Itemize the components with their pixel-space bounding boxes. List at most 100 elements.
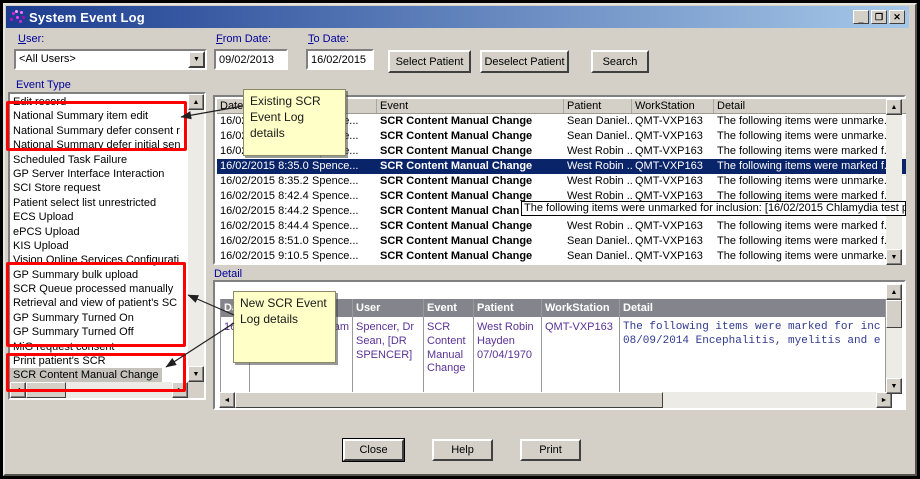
cell-patient: West Robin ... (564, 159, 632, 174)
close-icon: ✕ (893, 13, 901, 22)
cell-workstation: QMT-VXP163 (632, 144, 714, 159)
cell-patient: West Robin ... (564, 174, 632, 189)
cell-date: 16/02/2015 8:51.00am (217, 234, 309, 249)
cell-workstation: QMT-VXP163 (632, 159, 714, 174)
scrollbar-track[interactable] (188, 110, 204, 366)
scroll-left-icon[interactable]: ◄ (219, 392, 235, 408)
search-button[interactable]: Search (591, 50, 649, 73)
cell-detail: The following items were marked f... (714, 219, 906, 234)
annotation-box-national-summary (6, 101, 187, 151)
cell-detail: The following items were unmarke... (714, 249, 906, 264)
event-type-label: Event Type (16, 79, 71, 91)
table-row[interactable]: 16/02/2015 8:35.07am Spence... SCR Conte… (217, 159, 906, 174)
app-icon (10, 10, 24, 24)
detail-cell-patient: West Robin Hayden 07/04/1970 (474, 319, 541, 394)
event-type-item[interactable]: GP Server Interface Interaction (10, 167, 188, 181)
to-date-field[interactable] (306, 49, 374, 70)
cell-user: Spence... (309, 204, 377, 219)
cell-event: SCR Content Manual Change (377, 249, 564, 264)
scrollbar-thumb[interactable] (235, 392, 663, 408)
cell-patient: Sean Daniel... (564, 234, 632, 249)
cell-detail: The following items were unmarke... (714, 174, 906, 189)
cell-detail: The following items were marked f... (714, 234, 906, 249)
cell-patient: Sean Daniel... (564, 129, 632, 144)
cell-user: Spence... (309, 249, 377, 264)
cell-workstation: QMT-VXP163 (632, 174, 714, 189)
close-button[interactable]: ✕ (889, 10, 905, 24)
event-type-item[interactable]: SCI Store request (10, 181, 188, 195)
cell-event: SCR Content Manual Change (377, 144, 564, 159)
column-header-detail[interactable]: Detail (714, 99, 906, 113)
scroll-up-icon[interactable]: ▲ (188, 94, 204, 110)
detail-cell-detail-line2: 08/09/2014 Encephalitis, myelitis and e (623, 335, 882, 349)
deselect-patient-button[interactable]: Deselect Patient (480, 50, 569, 73)
maximize-button[interactable]: ❐ (871, 10, 887, 24)
scroll-down-icon[interactable]: ▼ (886, 249, 902, 265)
detail-vertical-scrollbar[interactable]: ▲ ▼ (886, 284, 902, 394)
cell-date: 16/02/2015 8:35.22am (217, 174, 309, 189)
table-row[interactable]: 16/02/2015 8:44.44am Spence... SCR Conte… (217, 219, 906, 234)
cell-user: Spence... (309, 219, 377, 234)
cell-user: Spence... (309, 174, 377, 189)
from-date-field[interactable] (214, 49, 288, 70)
detail-header-workstation: WorkStation (542, 299, 619, 319)
event-type-item[interactable]: Patient select list unrestricted (10, 196, 188, 210)
scroll-up-icon[interactable]: ▲ (886, 284, 902, 300)
cell-workstation: QMT-VXP163 (632, 249, 714, 264)
table-row[interactable]: 16/02/2015 8:51.00am Spence... SCR Conte… (217, 234, 906, 249)
cell-workstation: QMT-VXP163 (632, 234, 714, 249)
column-header-patient[interactable]: Patient (564, 99, 632, 113)
cell-date: 16/02/2015 9:10.50am (217, 249, 309, 264)
minimize-button[interactable]: _ (853, 10, 869, 24)
annotation-box-gp-summary (6, 262, 186, 347)
detail-header-event: Event (424, 299, 473, 319)
select-patient-button[interactable]: Select Patient (388, 50, 471, 73)
cell-detail: The following items were marked f... (714, 159, 906, 174)
event-log-vertical-scrollbar[interactable]: ▲ ▼ (886, 99, 902, 265)
from-date-label: From Date: (216, 33, 271, 45)
event-type-item[interactable]: ECS Upload (10, 210, 188, 224)
cell-date: 16/02/2015 8:35.07am (217, 159, 309, 174)
cell-user: Spence... (309, 159, 377, 174)
scroll-right-icon[interactable]: ► (876, 392, 892, 408)
maximize-icon: ❐ (875, 13, 883, 22)
user-dropdown-button[interactable]: ▼ (188, 51, 205, 68)
close-dialog-button[interactable]: Close (343, 439, 404, 461)
scroll-up-icon[interactable]: ▲ (886, 99, 902, 115)
event-type-vertical-scrollbar[interactable]: ▲ ▼ (188, 94, 204, 382)
detail-horizontal-scrollbar[interactable]: ◄ ► (219, 392, 892, 408)
cell-detail: The following items were unmarke... (714, 114, 906, 129)
cell-event: SCR Content Manual Change (377, 219, 564, 234)
scrollbar-corner (188, 382, 204, 398)
column-header-workstation[interactable]: WorkStation (632, 99, 714, 113)
user-dropdown[interactable]: <All Users> ▼ (14, 49, 207, 70)
title-bar[interactable]: System Event Log _ ❐ ✕ (6, 6, 909, 28)
cell-detail: The following items were unmarke... (714, 129, 906, 144)
chevron-down-icon: ▼ (193, 56, 200, 63)
cell-patient: West Robin ... (564, 144, 632, 159)
cell-patient: Sean Daniel... (564, 114, 632, 129)
table-row[interactable]: 16/02/2015 9:10.50am Spence... SCR Conte… (217, 249, 906, 264)
detail-header-patient: Patient (474, 299, 541, 319)
event-type-item[interactable]: Scheduled Task Failure (10, 153, 188, 167)
scroll-down-icon[interactable]: ▼ (188, 366, 204, 382)
callout-new-scr: New SCR Event Log details (233, 291, 336, 363)
column-header-event[interactable]: Event (377, 99, 564, 113)
detail-label: Detail (214, 268, 242, 280)
event-type-item[interactable]: ePCS Upload (10, 225, 188, 239)
table-row[interactable]: 16/02/2015 8:35.22am Spence... SCR Conte… (217, 174, 906, 189)
cell-workstation: QMT-VXP163 (632, 129, 714, 144)
detail-cell-detail-line1: The following items were marked for inc (623, 321, 882, 335)
annotation-box-scr-content (6, 353, 186, 392)
scroll-down-icon[interactable]: ▼ (886, 378, 902, 394)
screenshot-frame: System Event Log _ ❐ ✕ User: <All Users>… (0, 0, 920, 479)
print-button[interactable]: Print (520, 439, 581, 461)
cell-event: SCR Content Manual Change (377, 159, 564, 174)
event-type-item[interactable]: KIS Upload (10, 239, 188, 253)
cell-event: SCR Content Manual Change (377, 174, 564, 189)
help-button[interactable]: Help (432, 439, 493, 461)
scrollbar-thumb[interactable] (886, 300, 902, 328)
cell-patient: Sean Daniel... (564, 249, 632, 264)
user-label: User: (18, 33, 44, 45)
cell-workstation: QMT-VXP163 (632, 219, 714, 234)
